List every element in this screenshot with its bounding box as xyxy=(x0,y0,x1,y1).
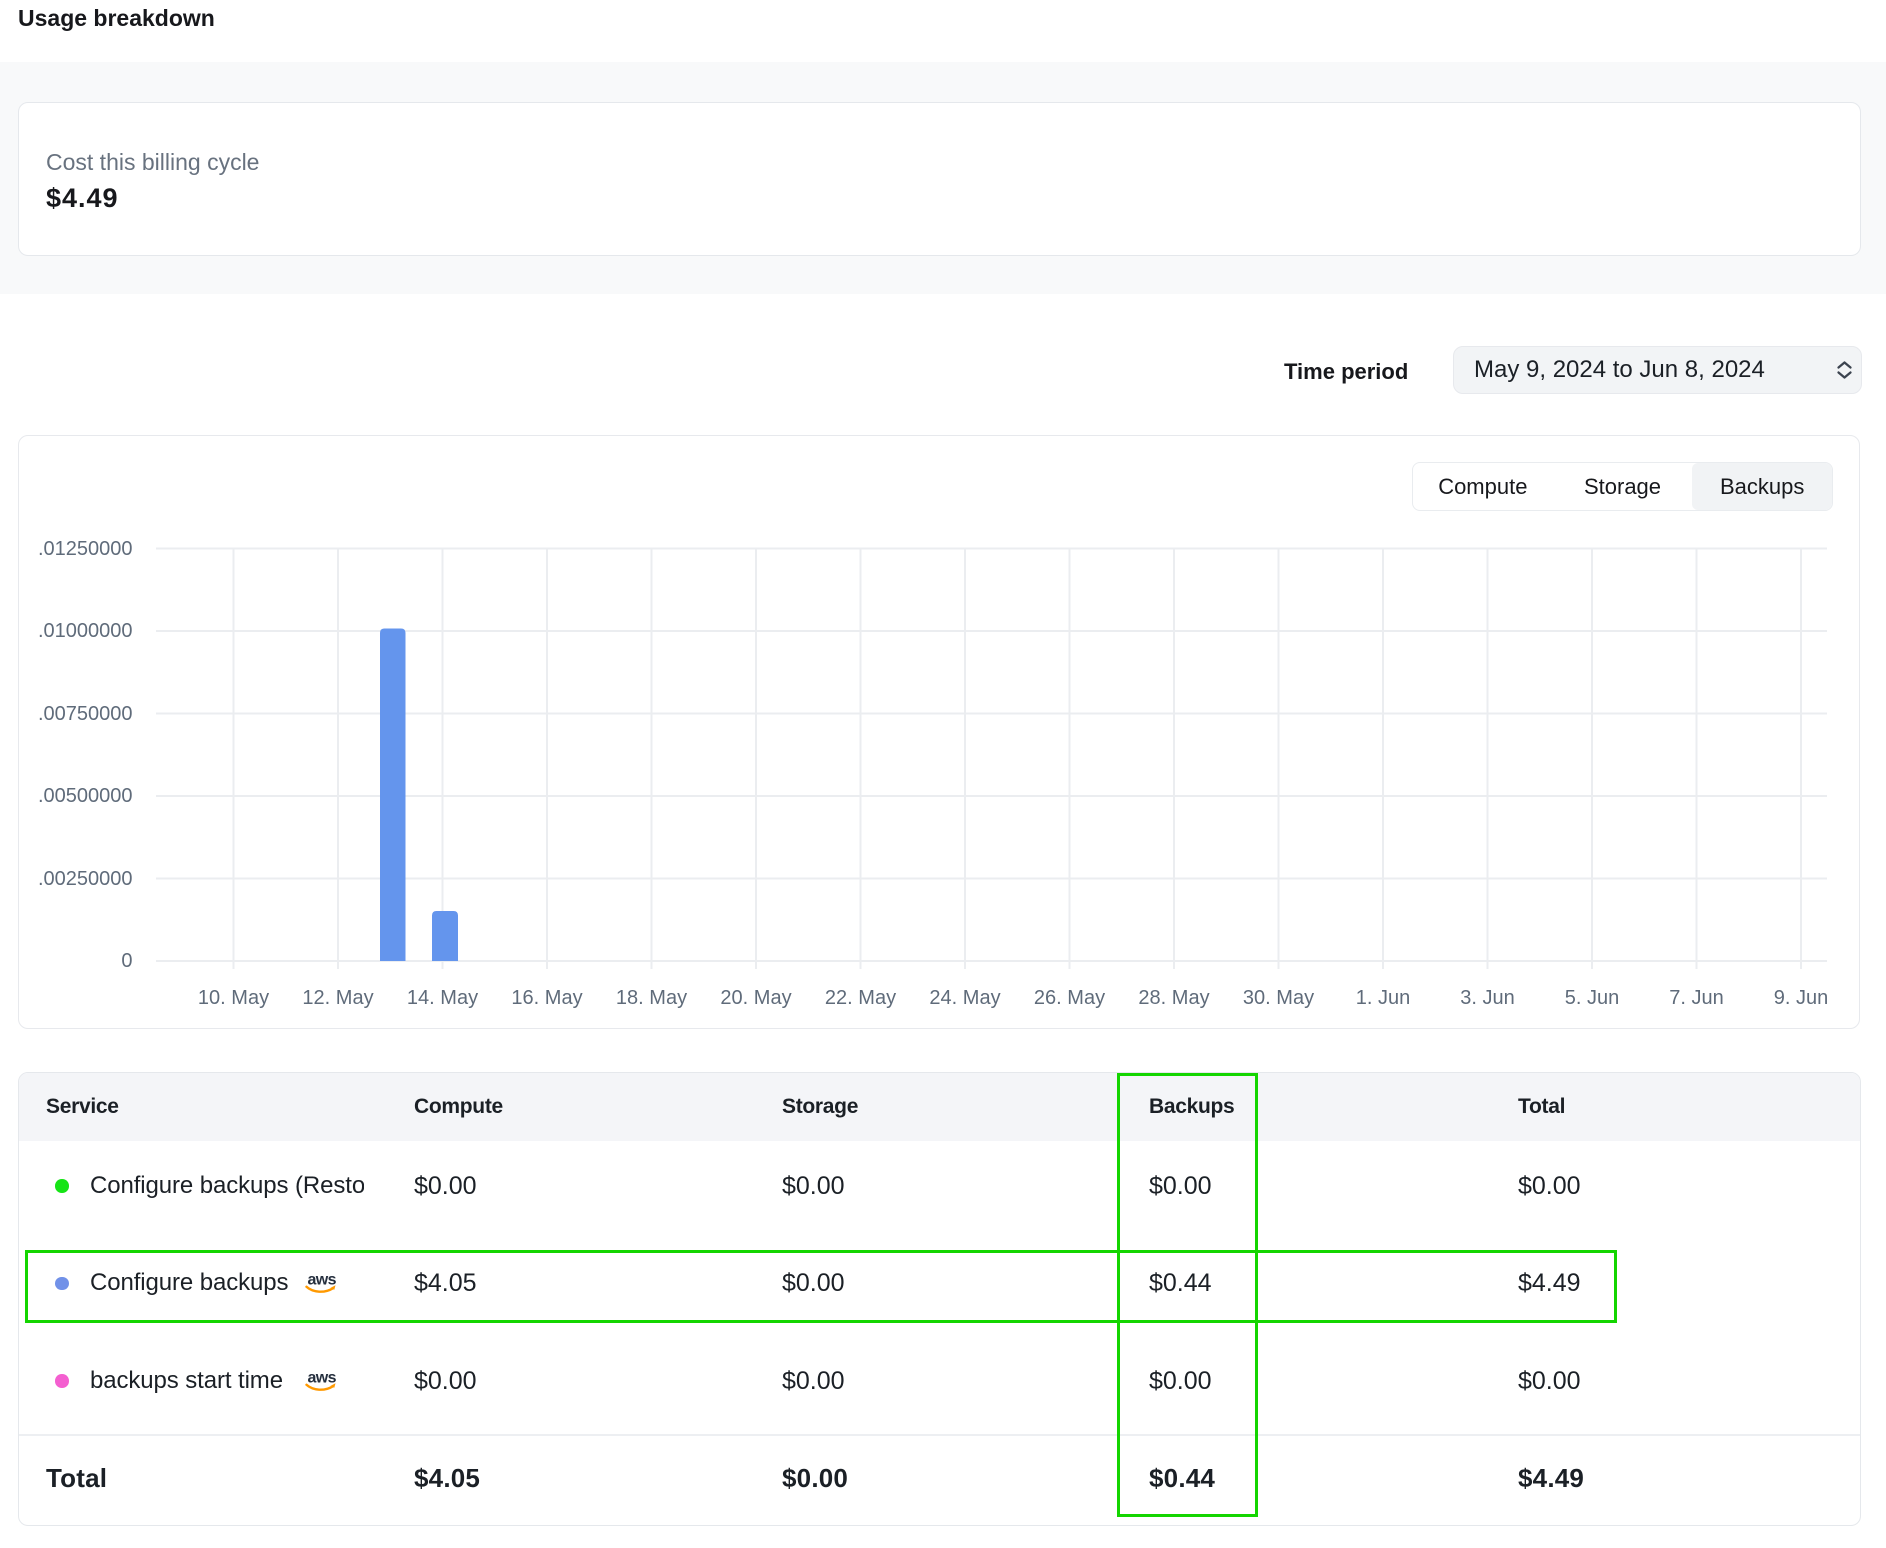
svg-text:aws: aws xyxy=(308,1371,337,1387)
